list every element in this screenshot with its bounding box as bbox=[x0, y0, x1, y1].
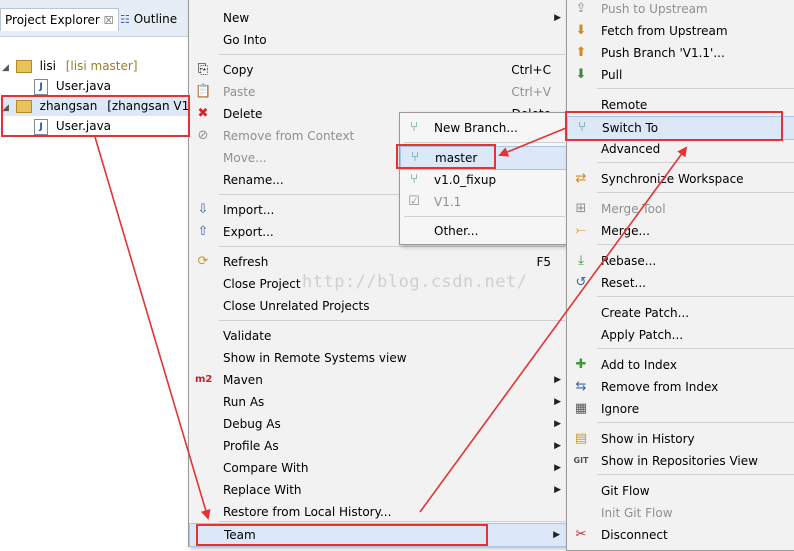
arrow-switch-to-to-master bbox=[498, 127, 567, 157]
arrow-team-to-switch-to bbox=[419, 146, 688, 513]
arrow-project-to-team bbox=[94, 136, 211, 520]
annotation-arrows bbox=[94, 127, 688, 520]
